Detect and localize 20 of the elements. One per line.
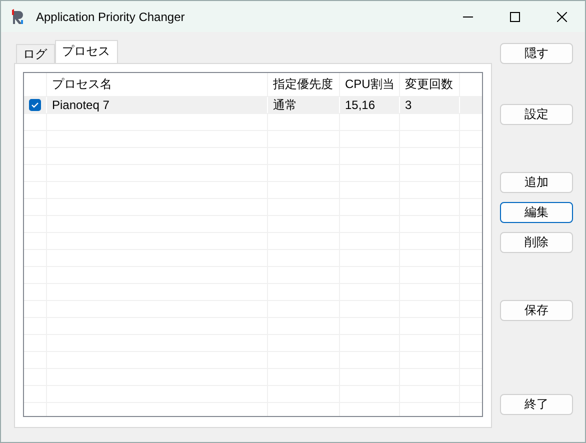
action-button[interactable]: 保存	[500, 300, 573, 321]
column-header[interactable]: プロセス名	[47, 73, 268, 96]
action-button[interactable]: 隠す	[500, 43, 573, 64]
column-header[interactable]: CPU割当	[340, 73, 400, 96]
action-button[interactable]: 編集	[500, 202, 573, 223]
table-cell: Pianoteq 7	[52, 98, 110, 112]
table-cell: 3	[405, 98, 412, 112]
table-cell: 15,16	[345, 98, 376, 112]
table-cell: 通常	[273, 96, 297, 114]
action-button[interactable]: 追加	[500, 172, 573, 193]
checkbox[interactable]	[29, 99, 41, 111]
action-button[interactable]: 設定	[500, 104, 573, 125]
tab[interactable]: ログ	[16, 44, 55, 63]
action-button[interactable]: 終了	[500, 394, 573, 415]
column-header[interactable]: 指定優先度	[268, 73, 340, 96]
action-button[interactable]: 削除	[500, 232, 573, 253]
app-icon	[10, 8, 26, 24]
window-title: Application Priority Changer	[36, 10, 186, 24]
column-header[interactable]: 変更回数	[400, 73, 460, 96]
tab[interactable]: プロセス	[55, 40, 118, 63]
